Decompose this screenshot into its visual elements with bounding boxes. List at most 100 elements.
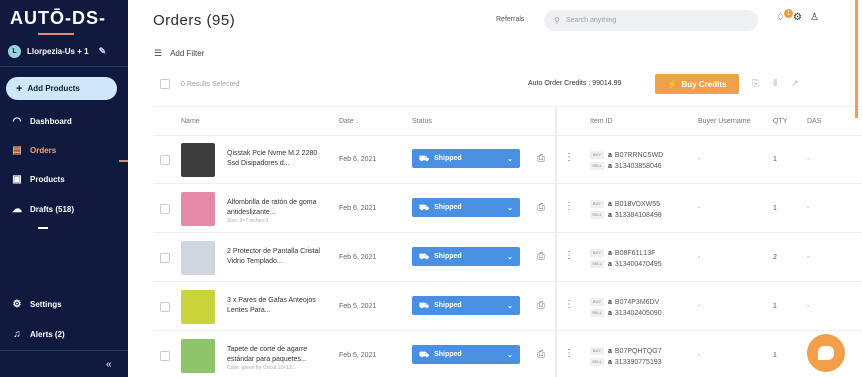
status-dropdown[interactable]: ⛟ Shipped ⌄	[412, 198, 520, 217]
buy-label: BUY	[590, 249, 604, 258]
sidebar-item-label: Alerts (2)	[30, 330, 65, 339]
row-checkbox[interactable]	[160, 351, 170, 361]
sidebar-item-label: Drafts (518)	[30, 205, 75, 214]
row-checkbox[interactable]	[160, 204, 170, 214]
scrollbar[interactable]	[855, 0, 858, 118]
gear-icon: ⚙	[12, 299, 22, 310]
more-options-icon[interactable]: ⋮	[564, 348, 574, 359]
note-icon[interactable]: ⎙	[537, 251, 545, 262]
col-das[interactable]: DAS	[807, 118, 821, 125]
item-ids: BUY a B07RRNC5WD SELL a 313403858046	[590, 150, 663, 172]
note-icon[interactable]: ⎙	[537, 349, 545, 360]
search-input[interactable]: ⚲ Search anything	[544, 10, 758, 31]
sort-arrow-icon: ↓	[355, 118, 360, 125]
buy-label: BUY	[590, 347, 604, 356]
quantity: 2	[773, 254, 777, 261]
product-name[interactable]: 2 Protector de Pantalla Cristal Vidrio T…	[227, 247, 327, 267]
product-thumbnail	[181, 143, 215, 177]
table-row[interactable]: Alfombrilla de ratón de goma antidesliza…	[153, 185, 862, 233]
amazon-icon: a	[608, 250, 612, 257]
sidebar-item-alerts[interactable]: ♫ Alerts (2)	[10, 329, 65, 340]
app: AUTŌ-DS- L Llorpezia-Us + 1 ✎ + Add Prod…	[0, 0, 862, 377]
sell-label: SELL	[590, 162, 604, 171]
select-all-checkbox[interactable]	[160, 79, 170, 89]
table-row[interactable]: Tapete de corte de agarre estándar para …	[153, 332, 862, 377]
status-dropdown[interactable]: ⛟ Shipped ⌄	[412, 149, 520, 168]
buy-item-id[interactable]: B07PQHTQG7	[615, 348, 662, 355]
sell-item-id[interactable]: 313402405090	[615, 310, 662, 317]
product-name[interactable]: Qisstak Pcie Nvme M.2 2280 Ssd Disipador…	[227, 149, 327, 169]
sidebar-item-orders[interactable]: ▤ Orders	[10, 145, 56, 156]
col-buyer[interactable]: Buyer Username	[698, 118, 751, 125]
more-options-icon[interactable]: ⋮	[564, 250, 574, 261]
lightning-icon: ⚡	[667, 79, 678, 89]
product-name[interactable]: 3 x Pares de Gafas Anteojos Lentes Para.…	[227, 296, 327, 316]
more-options-icon[interactable]: ⋮	[564, 299, 574, 310]
col-status[interactable]: Status	[412, 118, 432, 125]
sell-item-id[interactable]: 313403858046	[615, 163, 662, 170]
status-label: Shipped	[434, 204, 462, 211]
col-item-id[interactable]: Item ID	[590, 118, 613, 125]
drafts-indicator	[38, 227, 48, 229]
sidebar-item-drafts[interactable]: ☁ Drafts (518)	[10, 204, 74, 215]
note-icon[interactable]: ⎙	[537, 202, 545, 213]
add-products-button[interactable]: + Add Products	[6, 77, 117, 100]
referrals-link[interactable]: Referrals	[496, 16, 524, 23]
order-date: Feb 6, 2021	[339, 205, 377, 212]
sell-item-id[interactable]: 313390775193	[615, 359, 662, 366]
buy-credits-button[interactable]: ⚡ Buy Credits	[655, 74, 739, 94]
quantity: 1	[773, 352, 777, 359]
quantity: 1	[773, 205, 777, 212]
buy-item-id[interactable]: B074P3M6DV	[615, 299, 659, 306]
buy-label: BUY	[590, 200, 604, 209]
more-options-icon[interactable]: ⋮	[564, 152, 574, 163]
col-qty[interactable]: QTY	[773, 118, 787, 125]
buy-item-id[interactable]: B07RRNC5WD	[615, 152, 663, 159]
export-icon[interactable]: ⎘	[752, 78, 759, 89]
status-label: Shipped	[434, 155, 462, 162]
product-variant: Color: green for Cricut 12×12...	[227, 365, 296, 371]
truck-icon: ⛟	[419, 251, 430, 261]
collapse-sidebar-button[interactable]: «	[106, 359, 112, 370]
external-link-icon[interactable]: ↗	[791, 78, 799, 89]
table-row[interactable]: Qisstak Pcie Nvme M.2 2280 Ssd Disipador…	[153, 136, 862, 184]
sidebar-item-products[interactable]: ▣ Products	[10, 174, 65, 185]
table-row[interactable]: 3 x Pares de Gafas Anteojos Lentes Para.…	[153, 283, 862, 331]
buy-item-id[interactable]: B018VDXW55	[615, 201, 660, 208]
table-row[interactable]: 2 Protector de Pantalla Cristal Vidrio T…	[153, 234, 862, 282]
chat-button[interactable]	[807, 334, 845, 372]
buy-item-id[interactable]: B08F61L13F	[615, 250, 655, 257]
search-placeholder: Search anything	[565, 17, 617, 24]
sidebar-item-settings[interactable]: ⚙ Settings	[10, 299, 62, 310]
sell-item-id[interactable]: 313384108498	[615, 212, 662, 219]
main-content: Orders (95) Referrals ⚲ Search anything …	[128, 0, 862, 377]
more-options-icon[interactable]: ⋮	[564, 201, 574, 212]
pencil-icon[interactable]: ✎	[99, 46, 107, 57]
results-text: 0 Results Selected	[181, 80, 240, 88]
sidebar-item-label: Products	[30, 175, 65, 184]
divider	[0, 350, 128, 351]
status-dropdown[interactable]: ⛟ Shipped ⌄	[412, 247, 520, 266]
status-dropdown[interactable]: ⛟ Shipped ⌄	[412, 296, 520, 315]
das-value: -	[807, 156, 810, 163]
amazon-icon: a	[608, 359, 612, 366]
col-name[interactable]: Name	[181, 118, 200, 125]
note-icon[interactable]: ⎙	[537, 300, 545, 311]
col-date[interactable]: Date ↓	[339, 118, 359, 125]
columns-icon[interactable]: ⫴	[773, 78, 777, 89]
sell-item-id[interactable]: 313400470495	[615, 261, 662, 268]
add-filter-button[interactable]: ☰ Add Filter	[154, 48, 204, 59]
sidebar-item-dashboard[interactable]: ◠ Dashboard	[10, 116, 72, 127]
plus-icon: +	[16, 82, 23, 95]
user-icon[interactable]: ♙	[810, 12, 819, 23]
product-name[interactable]: Tapete de corte de agarre estándar para …	[227, 345, 327, 365]
status-dropdown[interactable]: ⛟ Shipped ⌄	[412, 345, 520, 364]
row-checkbox[interactable]	[160, 302, 170, 312]
amazon-icon: a	[608, 163, 612, 170]
product-name[interactable]: Alfombrilla de ratón de goma antidesliza…	[227, 198, 327, 218]
store-switcher[interactable]: L Llorpezia-Us + 1 ✎	[8, 45, 106, 58]
settings-icon[interactable]: ⚙	[793, 12, 802, 23]
row-checkbox[interactable]	[160, 253, 170, 263]
note-icon[interactable]: ⎙	[537, 153, 545, 164]
row-checkbox[interactable]	[160, 155, 170, 165]
